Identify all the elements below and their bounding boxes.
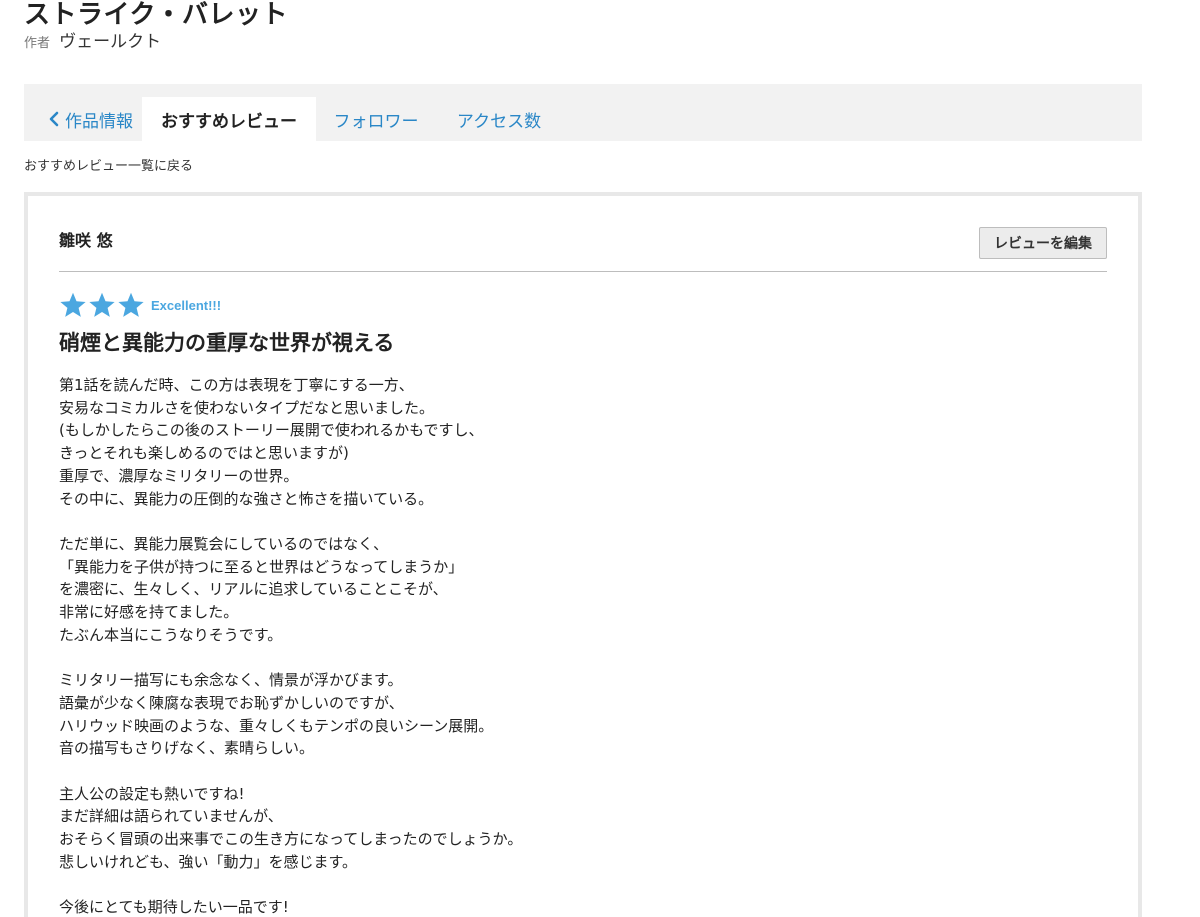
review-body-line: ただ単に、異能力展覧会にしているのではなく、: [59, 534, 389, 553]
divider: [59, 271, 1107, 272]
edit-review-button[interactable]: レビューを編集: [979, 227, 1107, 259]
tab-bar: 作品情報 おすすめレビュー フォロワー アクセス数: [24, 84, 1142, 141]
rating-label: Excellent!!!: [151, 297, 222, 313]
review-body-line: 非常に好感を持てました。: [59, 603, 239, 622]
tab-followers[interactable]: フォロワー: [320, 97, 432, 141]
review-body-line: たぶん本当にこうなりそうです。: [59, 625, 283, 644]
page: ストライク・バレット 作者 ヴェールクト 作品情報 おすすめレビュー フォロワー…: [0, 0, 1200, 917]
review-body-line: 悲しいけれども、強い「動力」を感じます。: [59, 852, 358, 871]
tab-recommended-reviews[interactable]: おすすめレビュー: [142, 97, 316, 141]
tab-recommended-reviews-label: おすすめレビュー: [161, 111, 297, 132]
review-body-line: を濃密に、生々しく、リアルに追求していることこそが、: [59, 580, 448, 599]
review-body-line: まだ詳細は語られていませんが、: [59, 807, 283, 826]
tab-followers-label: フォロワー: [333, 111, 419, 132]
tab-access-count[interactable]: アクセス数: [444, 97, 554, 141]
review-body-line: 安易なコミカルさを使わないタイプだなと思いました。: [59, 398, 435, 417]
review-body-line: ハリウッド映画のような、重々しくもテンポの良いシーン展開。: [59, 716, 494, 735]
tab-work-info-label: 作品情報: [65, 111, 133, 132]
review-body-line: おそらく冒頭の出来事でこの生き方になってしまったのでしょうか。: [59, 830, 523, 849]
review-body-line: 主人公の設定も熱いですね!: [59, 784, 245, 803]
review-body-line: 重厚で、濃厚なミリタリーの世界。: [59, 466, 299, 485]
review-body-line: きっとそれも楽しめるのではと思いますが): [59, 444, 349, 463]
review-body-line: その中に、異能力の圧倒的な強さと怖さを描いている。: [59, 489, 434, 508]
review-body-line: ミリタリー描写にも余念なく、情景が浮かびます。: [59, 671, 403, 690]
star-icon: [60, 292, 86, 317]
back-to-reviews-link[interactable]: おすすめレビュー一覧に戻る: [24, 158, 193, 176]
review-body: 第1話を読んだ時、この方は表現を丁寧にする一方、安易なコミカルさを使わないタイプ…: [59, 374, 1099, 917]
review-body-line: 今後にとても期待したい一品です!: [59, 898, 289, 917]
work-title[interactable]: ストライク・バレット: [24, 0, 288, 30]
star-icon: [89, 292, 115, 317]
review-body-line: 第1話を読んだ時、この方は表現を丁寧にする一方、: [59, 376, 414, 394]
review-body-line: 音の描写もさりげなく、素晴らしい。: [59, 739, 315, 758]
tab-access-count-label: アクセス数: [456, 111, 542, 132]
review-card: 雛咲 悠 レビューを編集 Excellent!!! 硝煙と異能力の重厚な世界が視…: [24, 192, 1142, 917]
tab-work-info[interactable]: 作品情報: [38, 97, 142, 141]
reviewer-name[interactable]: 雛咲 悠: [59, 227, 113, 251]
star-icon: [118, 292, 144, 317]
author-line: 作者 ヴェールクト: [24, 31, 161, 55]
review-body-line: 「異能力を子供が持つに至ると世界はどうなってしまうか」: [59, 557, 464, 576]
review-body-line: (もしかしたらこの後のストーリー展開で使われるかもですし、: [59, 421, 484, 440]
review-title: 硝煙と異能力の重厚な世界が視える: [59, 330, 395, 355]
star-rating: Excellent!!!: [59, 290, 221, 320]
chevron-left-icon: [49, 111, 59, 127]
author-prefix: 作者: [24, 36, 51, 51]
review-body-line: 語彙が少なく陳腐な表現でお恥ずかしいのですが、: [59, 693, 404, 712]
author-name[interactable]: ヴェールクト: [59, 32, 161, 52]
